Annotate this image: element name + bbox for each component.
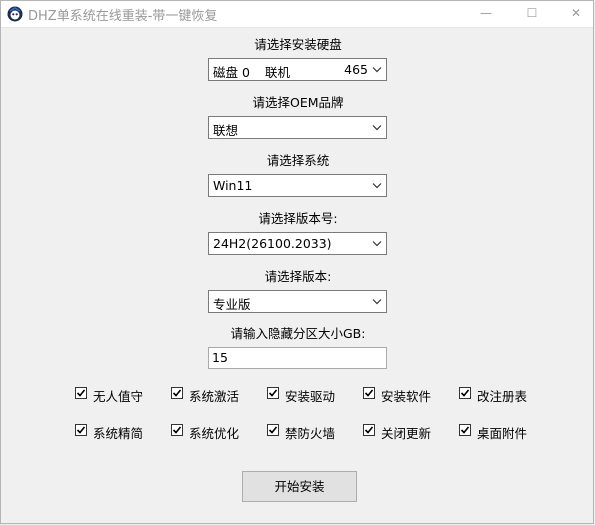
close-button[interactable]: ✕ [553,1,595,27]
oem-label: 请选择OEM品牌 [252,95,344,110]
chevron-down-icon [372,183,382,189]
chevron-down-icon [372,241,382,247]
option-label: 关闭更新 [381,426,432,441]
app-logo-icon [7,6,23,22]
hidden-partition-input[interactable] [212,350,382,365]
option-label: 安装驱动 [285,389,336,404]
option-label: 系统优化 [189,426,240,441]
system-select[interactable]: Win11 [208,174,387,197]
option-label: 系统激活 [189,389,240,404]
option-label: 安装软件 [381,389,432,404]
disk-select-disk: 磁盘 0 [213,65,250,80]
disk-label: 请选择安装硬盘 [254,37,342,52]
option-label: 禁防火墙 [285,426,336,441]
disk-select-size: 465 [344,62,368,77]
edition-select[interactable]: 专业版 [208,290,387,313]
checkbox[interactable] [363,387,375,399]
checkmark-icon [76,426,86,434]
checkbox[interactable] [267,387,279,399]
checkmark-icon [268,389,278,397]
checkmark-icon [460,426,470,434]
maximize-button[interactable]: ☐ [509,1,555,27]
checkmark-icon [268,426,278,434]
oem-select[interactable]: 联想 [208,116,387,139]
edition-select-value: 专业版 [213,297,251,312]
checkbox[interactable] [75,424,87,436]
disk-select-status: 联机 [265,65,291,80]
checkmark-icon [172,426,182,434]
option-label: 系统精简 [93,426,144,441]
option-label: 无人值守 [93,389,144,404]
checkbox[interactable] [459,387,471,399]
oem-select-value: 联想 [213,123,239,138]
option-label: 改注册表 [477,389,528,404]
title-bar: DHZ单系统在线重装-带一键恢复 — ☐ ✕ [1,1,593,28]
start-install-button[interactable]: 开始安装 [242,471,357,502]
system-label: 请选择系统 [266,153,330,168]
checkmark-icon [364,426,374,434]
checkbox[interactable] [75,387,87,399]
option-label: 桌面附件 [477,426,528,441]
checkbox[interactable] [459,424,471,436]
disk-select[interactable]: 磁盘 0 联机 465 [208,58,387,81]
chevron-down-icon [372,125,382,131]
chevron-down-icon [372,67,382,73]
checkbox[interactable] [363,424,375,436]
minimize-button[interactable]: — [463,1,509,27]
system-select-value: Win11 [213,178,253,193]
checkbox[interactable] [171,387,183,399]
checkmark-icon [364,389,374,397]
edition-label: 请选择版本: [264,269,332,284]
version-number-select[interactable]: 24H2(26100.2033) [208,232,387,255]
hidden-partition-label: 请输入隐藏分区大小GB: [230,326,366,341]
version-number-value: 24H2(26100.2033) [213,236,332,251]
checkbox[interactable] [171,424,183,436]
hidden-partition-field[interactable] [208,347,387,369]
checkmark-icon [460,389,470,397]
window-title: DHZ单系统在线重装-带一键恢复 [28,9,218,24]
checkmark-icon [172,389,182,397]
version-number-label: 请选择版本号: [258,211,338,226]
main-window: DHZ单系统在线重装-带一键恢复 — ☐ ✕ 请选择安装硬盘 磁盘 0 联机 4… [0,0,594,524]
checkbox[interactable] [267,424,279,436]
chevron-down-icon [372,299,382,305]
checkmark-icon [76,389,86,397]
